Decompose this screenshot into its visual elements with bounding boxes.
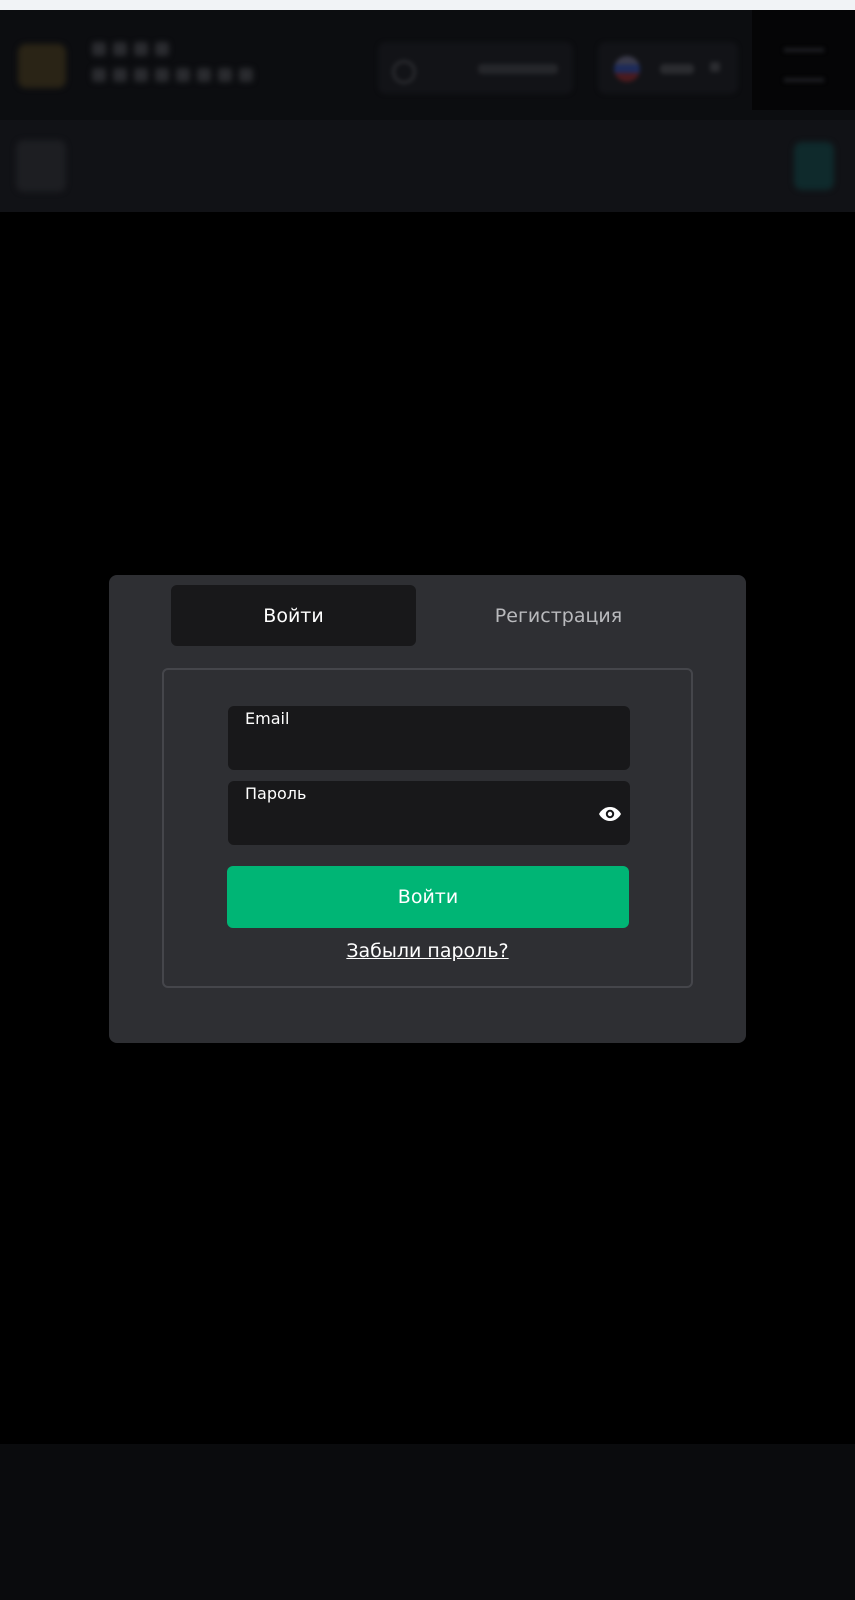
site-header-blurred [0,10,855,120]
site-logo-wordmark-blurred [92,38,322,98]
eye-icon[interactable] [598,802,622,826]
chevron-down-icon [710,62,720,72]
flag-icon [614,56,640,82]
search-icon [392,60,416,84]
site-logo-icon [18,44,66,88]
email-input[interactable] [245,734,589,764]
login-submit-button[interactable]: Войти [227,866,629,928]
header-search-blurred [378,42,573,94]
sub-navigation-blurred [0,120,855,212]
email-field[interactable]: Email [228,706,630,770]
password-label: Пароль [245,784,307,803]
login-form: Email Пароль Войти Забыли пароль? [162,668,693,988]
menu-button-blurred [752,10,855,110]
language-selector-blurred [598,42,738,94]
password-input[interactable] [245,809,589,839]
subnav-left-icon [16,140,66,192]
tab-register[interactable]: Регистрация [436,585,681,646]
password-field[interactable]: Пароль [228,781,630,845]
tab-login[interactable]: Войти [171,585,416,646]
auth-modal: Войти Регистрация Email Пароль Войти Заб… [109,575,746,1043]
site-footer-blurred [0,1444,855,1600]
eye-icon-svg [599,807,621,821]
hamburger-icon [784,48,824,82]
subnav-right-icon [794,142,834,190]
email-label: Email [245,709,290,728]
forgot-password-link[interactable]: Забыли пароль? [164,940,691,962]
auth-tabs: Войти Регистрация [171,585,701,646]
